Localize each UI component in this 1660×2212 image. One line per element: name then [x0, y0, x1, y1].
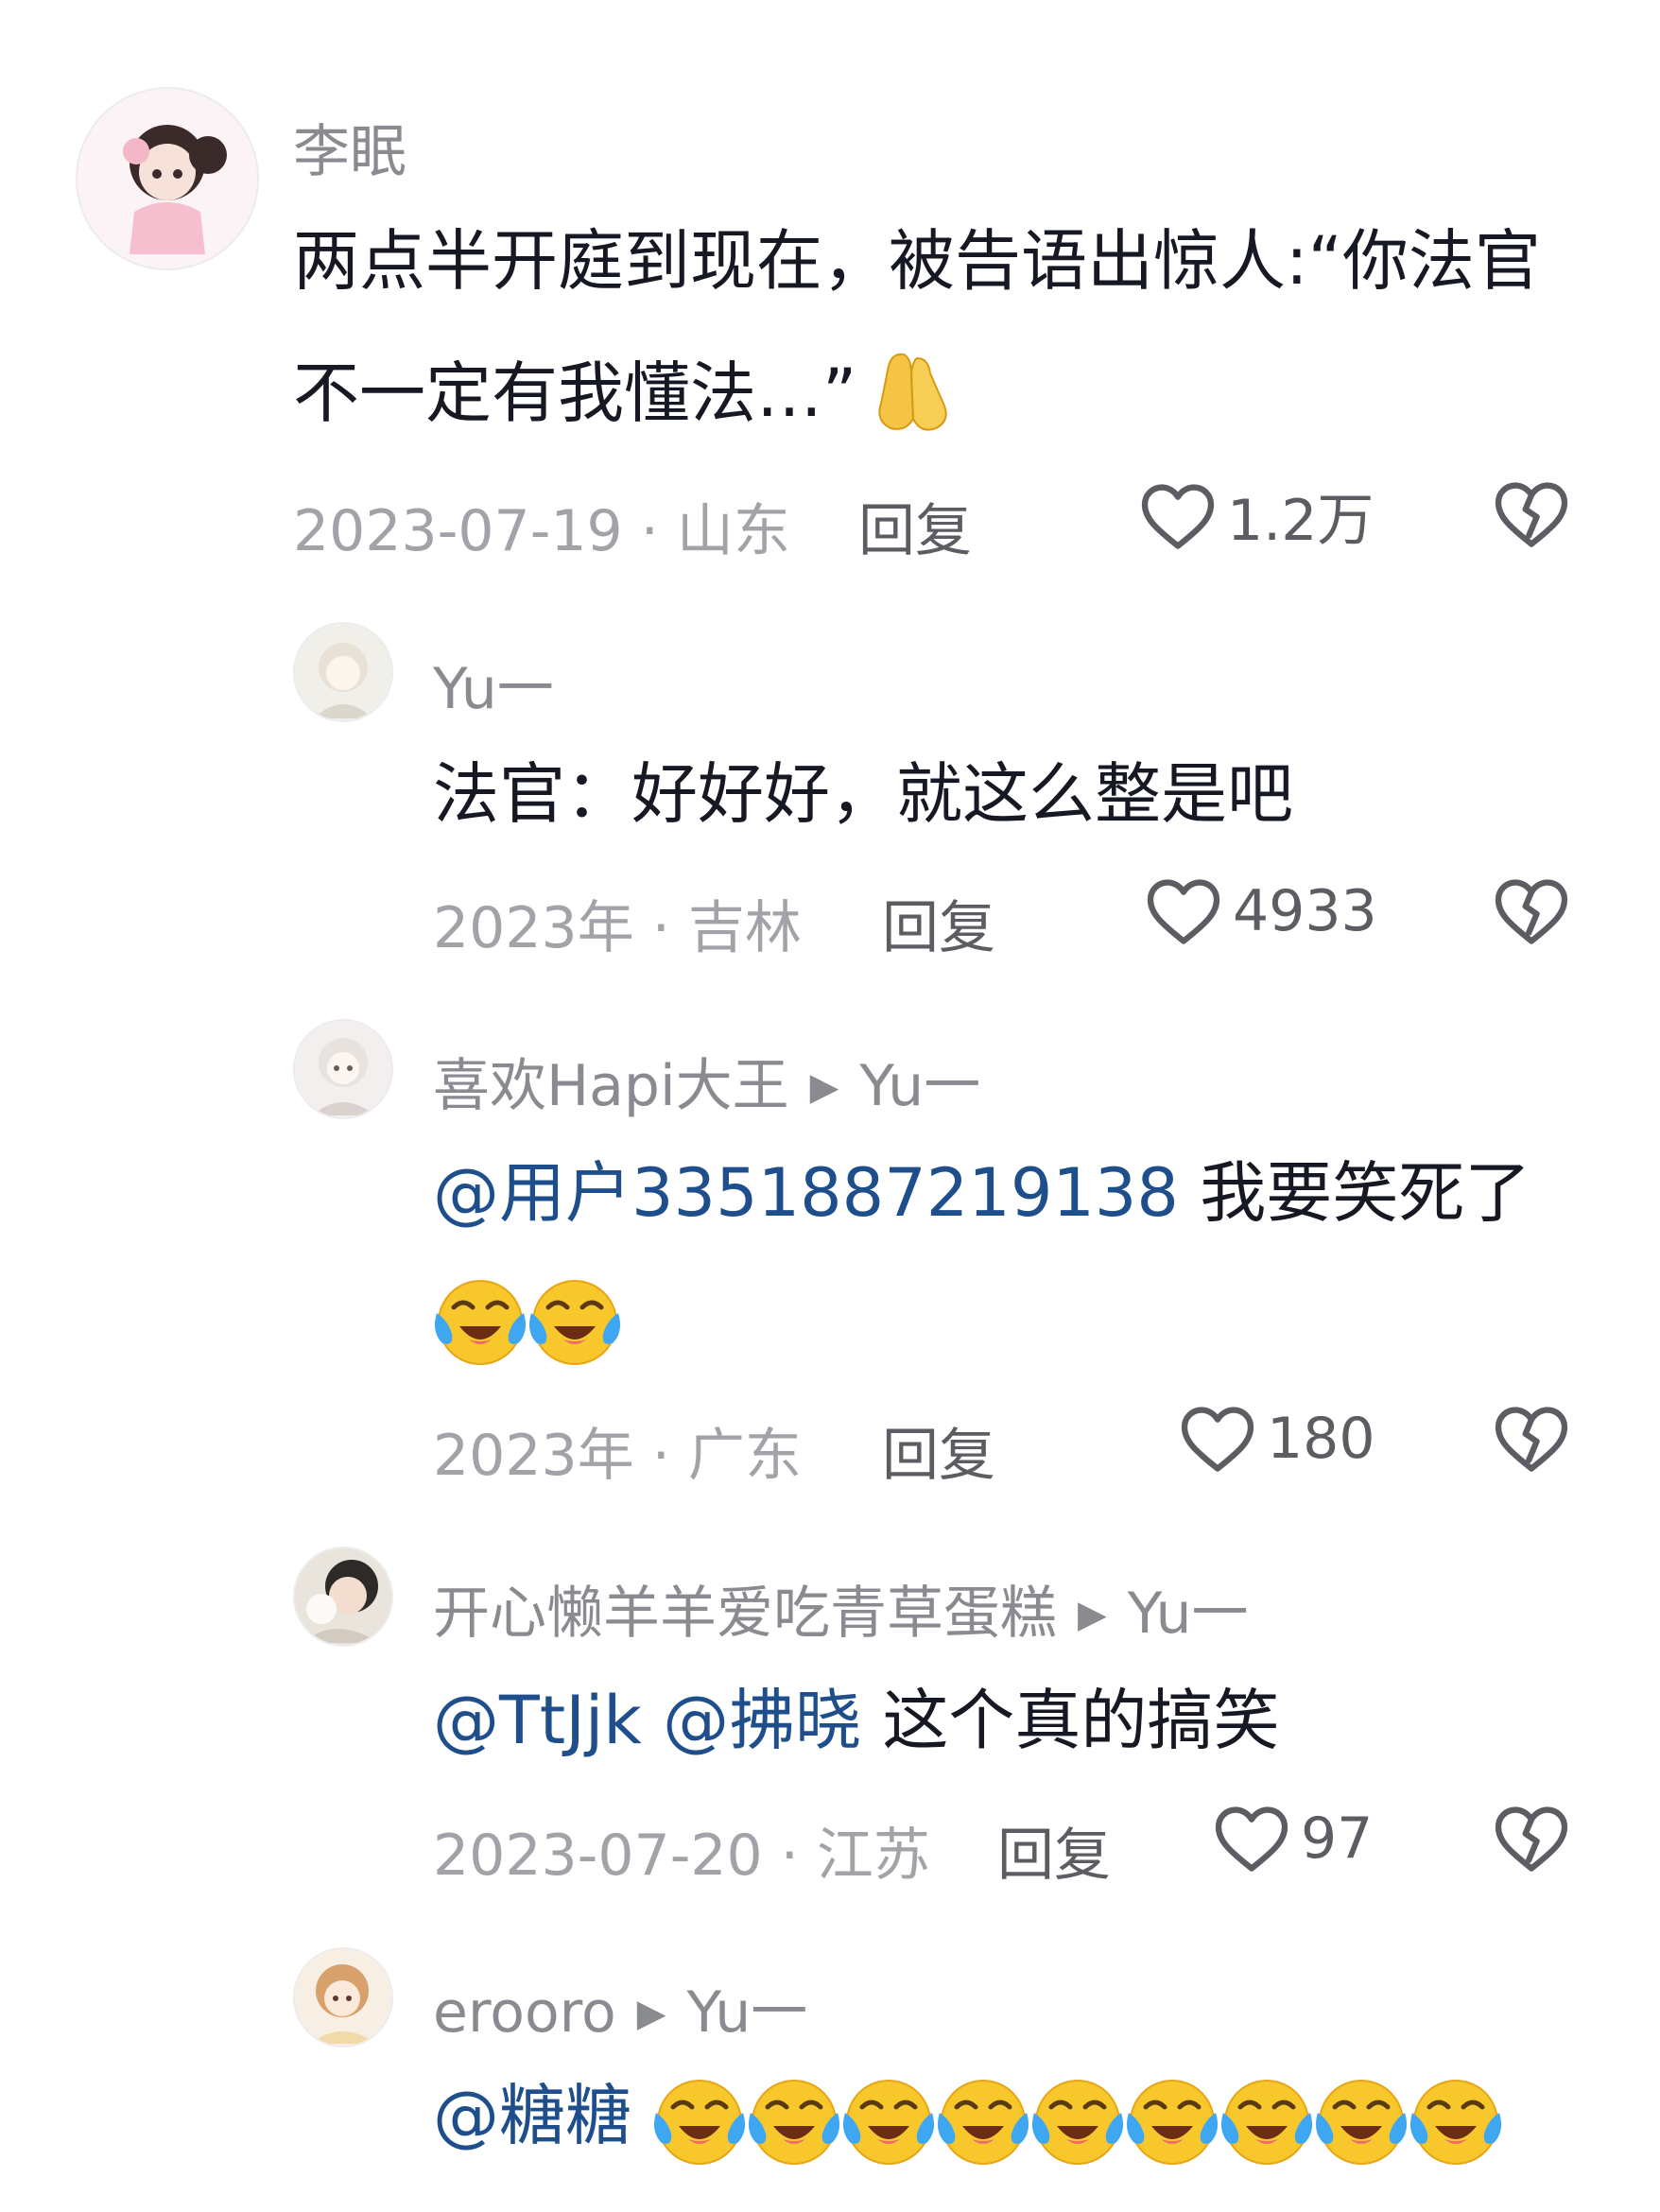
comment-text: @糖糖 [433, 2049, 1503, 2182]
like-button[interactable]: 1.2万 [1138, 475, 1374, 557]
comment-text-line1: 两点半开庭到现在，被告语出惊人:“你法官 [293, 222, 1541, 300]
broken-heart-icon [1492, 872, 1571, 951]
comment-date-location: 2023-07-20 · 江苏 [433, 1823, 930, 1889]
pray-emoji-icon [878, 353, 947, 431]
dislike-button[interactable] [1492, 475, 1571, 558]
broken-heart-icon [1492, 1399, 1571, 1478]
comment-username-line: erooro ▶ Yu一 [433, 1966, 807, 2048]
laughing-crying-emoji-icon [652, 2073, 747, 2168]
comment-username[interactable]: Yu一 [433, 643, 554, 725]
avatar[interactable] [293, 622, 393, 722]
like-count: 1.2万 [1227, 488, 1375, 554]
like-count: 180 [1267, 1406, 1375, 1472]
laughing-crying-emoji-icon [1030, 2073, 1125, 2168]
avatar-image-icon [78, 89, 257, 268]
broken-heart-icon [1492, 475, 1571, 554]
mention-link[interactable]: @拂晓 [663, 1682, 861, 1759]
heart-outline-icon [1212, 1799, 1291, 1878]
reply-button[interactable]: 回复 [997, 1809, 1111, 1892]
avatar-image-icon [295, 1949, 391, 2046]
comment-text-line2-content: 不一定有我懂法…” [293, 354, 857, 432]
heart-outline-icon [1138, 476, 1218, 556]
mention-link[interactable]: @TtJjk [433, 1682, 642, 1759]
comment-username-line: 喜欢Hapi大王 ▶ Yu一 [433, 1040, 980, 1122]
comment-text: 法官：好好好，就这么整是吧 [433, 755, 1293, 833]
play-triangle-icon: ▶ [1078, 1593, 1107, 1636]
reply-button[interactable]: 回复 [858, 485, 972, 567]
laughing-crying-emoji-icon [527, 1273, 622, 1368]
like-count: 97 [1301, 1806, 1374, 1872]
like-button[interactable]: 97 [1212, 1799, 1373, 1878]
avatar[interactable] [293, 1547, 393, 1647]
heart-outline-icon [1178, 1399, 1257, 1478]
dislike-button[interactable] [1492, 1399, 1571, 1482]
reply-button[interactable]: 回复 [882, 882, 995, 964]
comment-text-line2 [433, 1250, 622, 1382]
laughing-crying-emoji-icon [1125, 2073, 1219, 2168]
comment-username-line: 开心懒羊羊爱吃青草蛋糕 ▶ Yu一 [433, 1567, 1249, 1650]
comment-username[interactable]: 开心懒羊羊爱吃青草蛋糕 [433, 1581, 1057, 1647]
comment-date-location: 2023年 · 广东 [433, 1423, 802, 1489]
avatar[interactable] [293, 1019, 393, 1119]
like-button[interactable]: 4933 [1144, 872, 1377, 951]
laughing-crying-emoji-icon [1219, 2073, 1314, 2168]
avatar-image-icon [295, 1021, 391, 1117]
heart-outline-icon [1144, 872, 1223, 951]
comment-text-line2: 不一定有我懂法…” [293, 327, 959, 459]
comment-text-line1: @用户3351887219138 我要笑死了 [433, 1127, 1530, 1259]
comment-username[interactable]: erooro [433, 1979, 616, 2046]
laughing-crying-emoji-icon [1314, 2073, 1409, 2168]
reply-to-username[interactable]: Yu一 [1128, 1581, 1249, 1647]
like-count: 4933 [1233, 878, 1377, 944]
avatar-image-icon [295, 624, 391, 720]
reply-button[interactable]: 回复 [882, 1409, 995, 1492]
mention-link[interactable]: @用户3351887219138 [433, 1154, 1179, 1232]
comment-date-location: 2023-07-19 · 山东 [293, 498, 790, 564]
reply-to-username[interactable]: Yu一 [859, 1053, 980, 1119]
reply-to-username[interactable]: Yu一 [687, 1979, 808, 2046]
comment-username[interactable]: 李眠 [293, 106, 406, 188]
laughing-crying-emoji-icon [936, 2073, 1030, 2168]
comment-text: @TtJjk @拂晓 这个真的搞笑 [433, 1654, 1279, 1787]
play-triangle-icon: ▶ [636, 1992, 666, 2035]
dislike-button[interactable] [1492, 1799, 1571, 1882]
mention-link[interactable]: @糖糖 [433, 2077, 631, 2154]
avatar[interactable] [293, 1947, 393, 2048]
laughing-crying-emoji-icon [747, 2073, 841, 2168]
avatar[interactable] [76, 87, 259, 270]
dislike-button[interactable] [1492, 872, 1571, 955]
play-triangle-icon: ▶ [809, 1065, 839, 1109]
broken-heart-icon [1492, 1799, 1571, 1878]
comment-username[interactable]: 喜欢Hapi大王 [433, 1053, 789, 1119]
avatar-image-icon [295, 1548, 391, 1645]
laughing-crying-emoji-icon [1409, 2073, 1503, 2168]
laughing-crying-emoji-icon [841, 2073, 936, 2168]
comment-date-location: 2023年 · 吉林 [433, 895, 802, 961]
like-button[interactable]: 180 [1178, 1399, 1375, 1478]
comment-text: 我要笑死了 [1178, 1154, 1531, 1232]
laughing-crying-emoji-icon [433, 1273, 527, 1368]
comment-text-content: 这个真的搞笑 [861, 1682, 1280, 1759]
